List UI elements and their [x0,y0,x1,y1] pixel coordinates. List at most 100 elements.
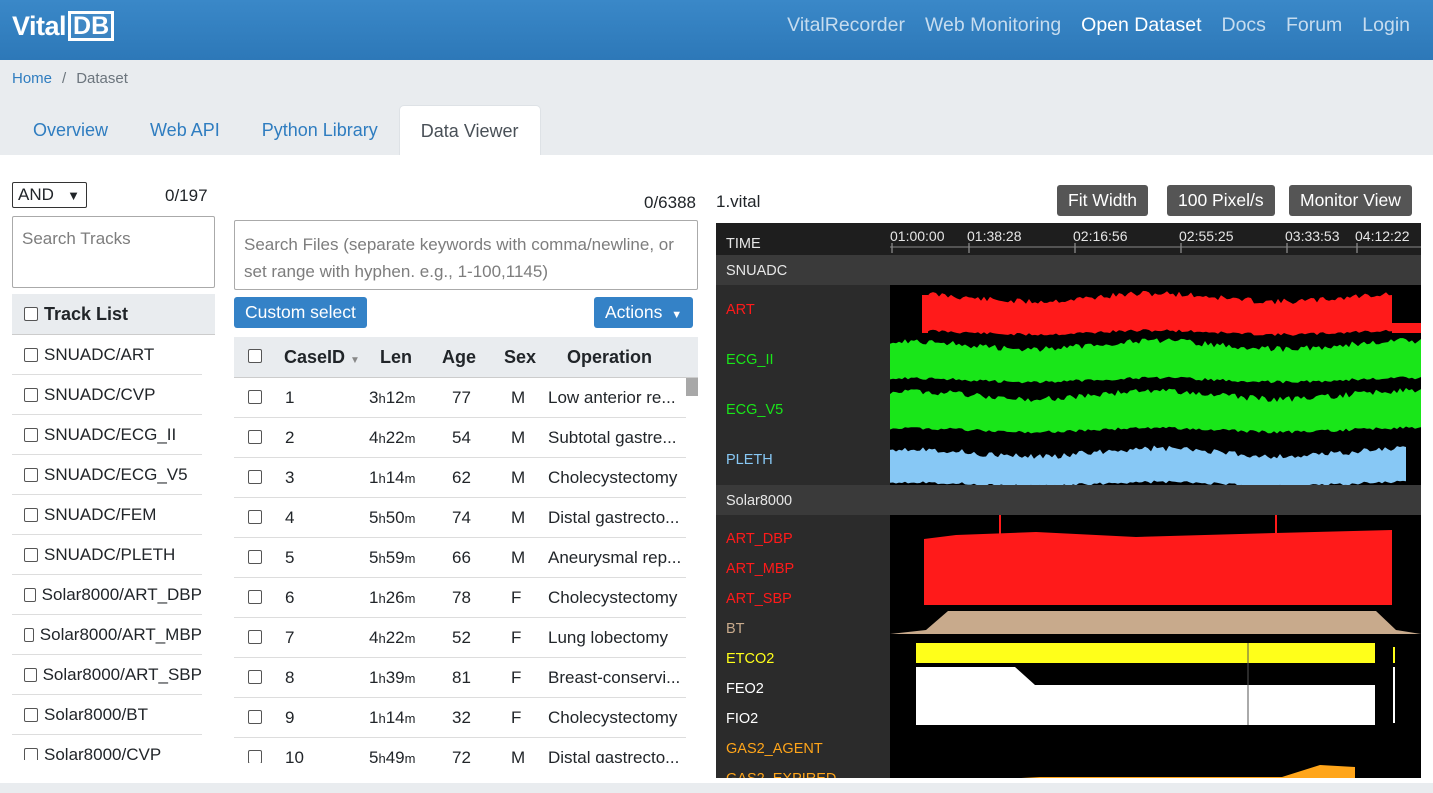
nav-vitalrecorder[interactable]: VitalRecorder [787,14,905,37]
file-row-checkbox[interactable] [248,750,262,763]
vitaldb-logo[interactable]: Vital DB [12,10,115,42]
vital-file-name: 1.vital [716,192,761,211]
file-row-checkbox[interactable] [248,390,262,404]
case-age: 32 [452,708,471,727]
pixel-per-second-button[interactable]: 100 Pixel/s [1167,185,1275,216]
hour-unit: h [378,671,386,686]
track-checkbox[interactable] [24,747,38,760]
time-tick-label: 01:00:00 [890,228,945,244]
track-item[interactable]: SNUADC/ART [12,335,202,375]
file-row-checkbox[interactable] [248,510,262,524]
dataset-tabs: Overview Web API Python Library Data Vie… [12,105,541,155]
case-age: 81 [452,668,471,687]
column-operation[interactable]: Operation [567,337,652,378]
nav-docs[interactable]: Docs [1222,14,1266,37]
file-row[interactable]: 7 4h22m 52 F Lung lobectomy [234,618,686,658]
file-table-scrollbar[interactable] [686,378,698,396]
file-row[interactable]: 8 1h39m 81 F Breast-conservi... [234,658,686,698]
case-age: 72 [452,748,471,763]
nav-login[interactable]: Login [1362,14,1410,37]
file-row[interactable]: 5 5h59m 66 M Aneurysmal rep... [234,538,686,578]
case-length: 1h14m [369,698,415,738]
search-tracks-input[interactable]: Search Tracks [12,216,215,288]
track-item[interactable]: Solar8000/ART_DBP [12,575,202,615]
chevron-down-icon: ▼ [67,188,80,203]
column-sex[interactable]: Sex [504,337,536,378]
track-item[interactable]: Solar8000/ART_SBP [12,655,202,695]
select-all-files-checkbox[interactable] [248,349,262,363]
case-id: 8 [285,668,295,687]
minute-unit: m [404,431,416,446]
track-checkbox[interactable] [24,467,38,482]
case-age: 54 [452,428,471,447]
search-files-input[interactable]: Search Files (separate keywords with com… [234,220,698,290]
track-checkbox[interactable] [24,507,38,522]
case-sex: F [511,588,522,607]
track-item[interactable]: Solar8000/CVP [12,735,202,760]
case-operation: Aneurysmal rep... [548,548,682,567]
track-item[interactable]: SNUADC/CVP [12,375,202,415]
file-row-checkbox[interactable] [248,630,262,644]
file-row-checkbox[interactable] [248,550,262,564]
operator-value: AND [18,185,54,204]
operator-select[interactable]: AND ▼ [12,182,87,208]
select-all-tracks-checkbox[interactable] [24,307,38,321]
nav-forum[interactable]: Forum [1286,14,1342,37]
time-tick-label: 02:55:25 [1179,228,1234,244]
file-row[interactable]: 9 1h14m 32 F Cholecystectomy [234,698,686,738]
monitor-view-button[interactable]: Monitor View [1289,185,1412,216]
track-item[interactable]: SNUADC/ECG_II [12,415,202,455]
file-row-checkbox[interactable] [248,430,262,444]
fit-width-button[interactable]: Fit Width [1057,185,1149,216]
track-item[interactable]: SNUADC/ECG_V5 [12,455,202,495]
track-checkbox[interactable] [24,627,34,642]
solar-label-column [716,515,890,778]
file-row[interactable]: 2 4h22m 54 M Subtotal gastre... [234,418,686,458]
length-minutes: 12 [385,388,405,407]
track-name: Solar8000/CVP [44,744,162,761]
time-tick-label: 01:38:28 [967,228,1022,244]
nav-open-dataset[interactable]: Open Dataset [1081,14,1201,37]
actions-dropdown-button[interactable]: Actions ▼ [594,297,694,328]
track-name: SNUADC/ECG_II [44,424,177,444]
column-len[interactable]: Len [380,337,412,378]
track-checkbox[interactable] [24,387,38,402]
track-item[interactable]: SNUADC/PLETH [12,535,202,575]
column-age[interactable]: Age [442,337,476,378]
file-row[interactable]: 3 1h14m 62 M Cholecystectomy [234,458,686,498]
file-row-checkbox[interactable] [248,670,262,684]
track-group-band [716,255,1421,285]
column-caseid[interactable]: CaseID ▼ [284,337,360,378]
tab-python-library[interactable]: Python Library [241,105,399,155]
file-row-checkbox[interactable] [248,590,262,604]
file-row-checkbox[interactable] [248,710,262,724]
case-operation: Subtotal gastre... [548,428,677,447]
file-row[interactable]: 6 1h26m 78 F Cholecystectomy [234,578,686,618]
breadcrumb-home[interactable]: Home [12,70,52,87]
tab-web-api[interactable]: Web API [129,105,241,155]
waveform-canvas[interactable]: TIME 01:00:00 01:38:28 02:16:56 02:55:25 03:3… [716,223,1421,778]
track-checkbox[interactable] [24,587,36,602]
file-row[interactable]: 10 5h49m 72 M Distal gastrecto... [234,738,686,763]
track-item[interactable]: SNUADC/FEM [12,495,202,535]
time-axis-label: TIME [726,236,761,252]
track-item[interactable]: Solar8000/ART_MBP [12,615,202,655]
track-item[interactable]: Solar8000/BT [12,695,202,735]
file-row-checkbox[interactable] [248,470,262,484]
track-checkbox[interactable] [24,547,38,562]
waveform-viewer[interactable]: TIME 01:00:00 01:38:28 02:16:56 02:55:25 03:3… [716,223,1421,778]
track-checkbox[interactable] [24,427,38,442]
tab-data-viewer[interactable]: Data Viewer [398,105,541,155]
case-length: 1h14m [369,458,415,498]
minute-unit: m [404,391,416,406]
track-checkbox[interactable] [24,347,38,362]
nav-web-monitoring[interactable]: Web Monitoring [925,14,1061,37]
tab-overview[interactable]: Overview [12,105,129,155]
case-id: 4 [285,508,295,527]
file-row[interactable]: 4 5h50m 74 M Distal gastrecto... [234,498,686,538]
custom-select-button[interactable]: Custom select [234,297,367,328]
track-checkbox[interactable] [24,667,37,682]
file-row[interactable]: 1 3h12m 77 M Low anterior re... [234,378,686,418]
track-checkbox[interactable] [24,707,38,722]
time-tick-label: 02:16:56 [1073,228,1128,244]
